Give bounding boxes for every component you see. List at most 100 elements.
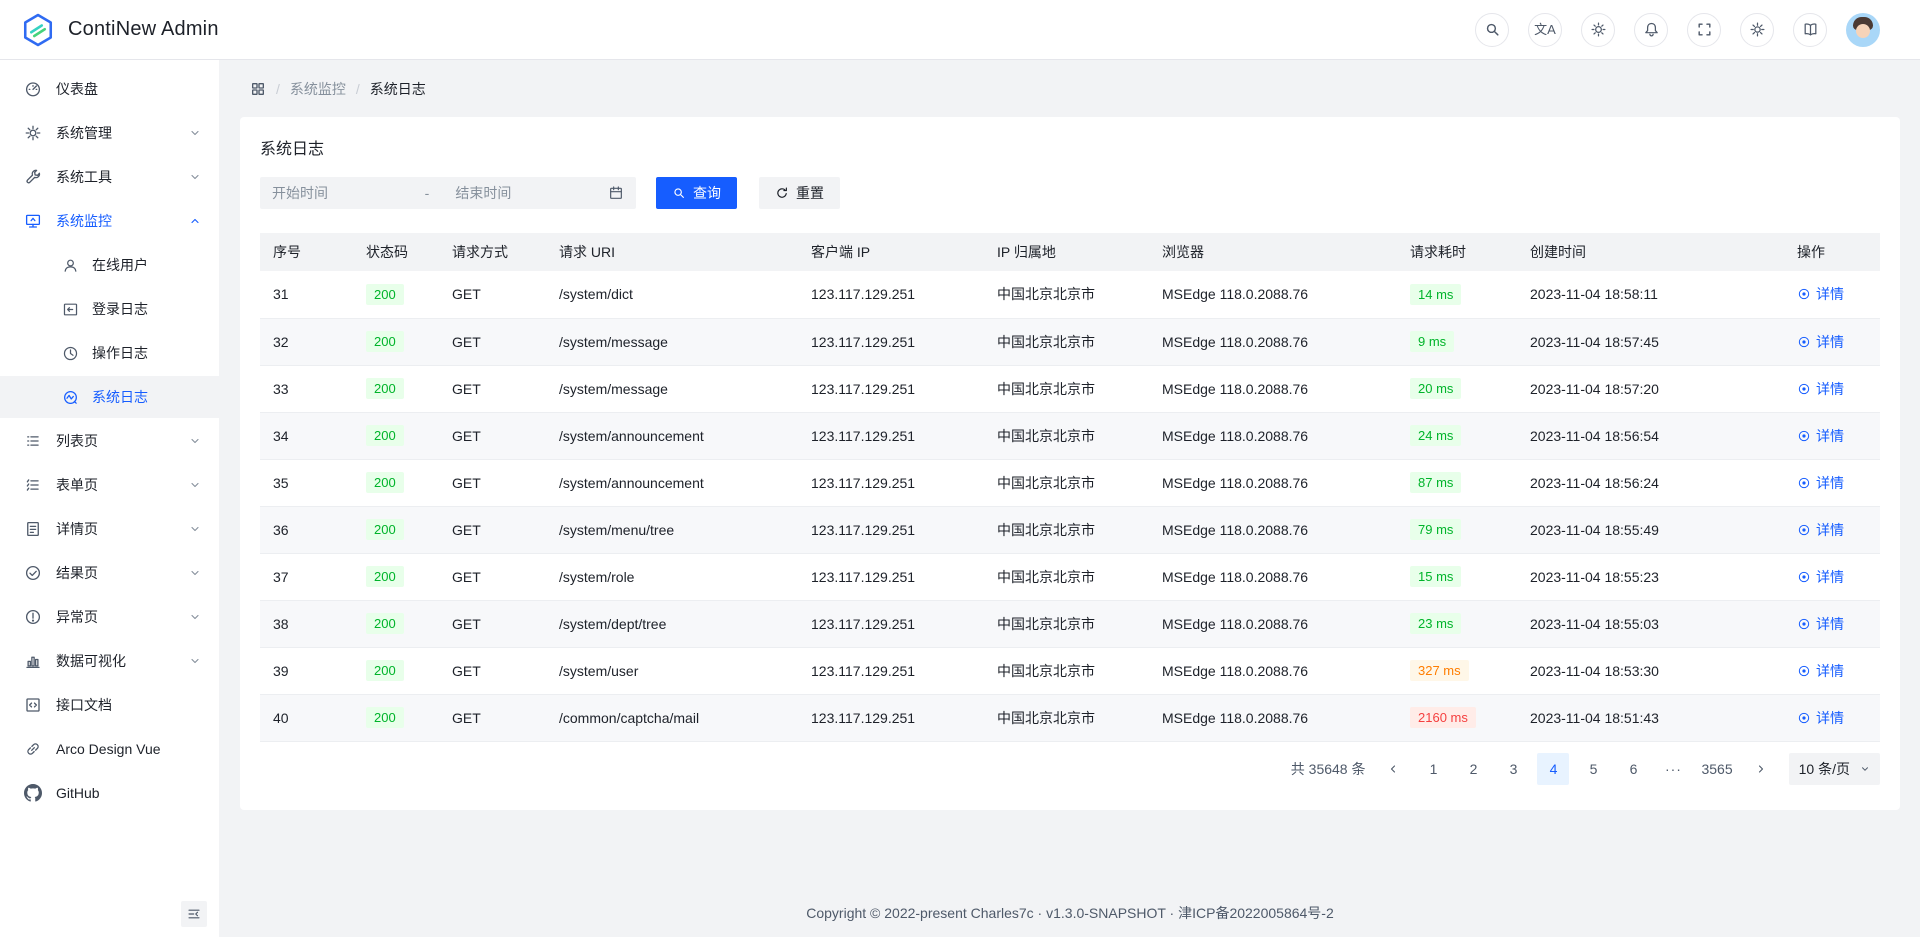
settings-button[interactable] — [1740, 13, 1774, 47]
filter-row: 开始时间 - 结束时间 查询 重置 — [260, 177, 1880, 209]
sidebar-item-system-management[interactable]: 系统管理 — [0, 112, 219, 154]
cell-created: 2023-11-04 18:53:30 — [1517, 647, 1784, 694]
exclamation-circle-icon — [24, 608, 42, 626]
page-button-4[interactable]: 4 — [1537, 753, 1569, 785]
page-button-2[interactable]: 2 — [1457, 753, 1489, 785]
table-row: 39200GET/system/user123.117.129.251中国北京北… — [260, 647, 1880, 694]
cell-ip-region: 中国北京北京市 — [984, 318, 1149, 365]
page-button-1[interactable]: 1 — [1417, 753, 1449, 785]
cell-id: 31 — [260, 271, 353, 318]
sidebar-item-login-log[interactable]: 登录日志 — [0, 288, 219, 330]
cell-browser: MSEdge 118.0.2088.76 — [1149, 694, 1397, 741]
detail-link-label: 详情 — [1816, 661, 1844, 681]
sidebar-item-detail-page[interactable]: 详情页 — [0, 508, 219, 550]
sidebar-item-dashboard[interactable]: 仪表盘 — [0, 68, 219, 110]
sidebar-item-arco-design-vue[interactable]: Arco Design Vue — [0, 728, 219, 770]
prev-page-button[interactable] — [1377, 753, 1409, 785]
cell-uri: /system/menu/tree — [546, 506, 798, 553]
detail-link[interactable]: 详情 — [1797, 426, 1844, 446]
cell-client-ip: 123.117.129.251 — [798, 318, 984, 365]
menu-fold-icon — [187, 907, 201, 921]
cell-ip-region: 中国北京北京市 — [984, 412, 1149, 459]
calendar-icon — [608, 185, 624, 201]
chevron-down-icon — [189, 479, 201, 491]
sidebar-collapse-button[interactable] — [181, 901, 207, 927]
chevron-down-icon — [1860, 764, 1870, 774]
cell-uri: /system/user — [546, 647, 798, 694]
sidebar-item-form-page[interactable]: 表单页 — [0, 464, 219, 506]
detail-link-label: 详情 — [1816, 426, 1844, 446]
chevron-down-icon — [189, 567, 201, 579]
reset-button[interactable]: 重置 — [759, 177, 840, 209]
page-button-5[interactable]: 5 — [1577, 753, 1609, 785]
elapsed-badge: 14 ms — [1410, 284, 1461, 305]
search-button[interactable] — [1475, 13, 1509, 47]
sidebar-item-list-page[interactable]: 列表页 — [0, 420, 219, 462]
sidebar-item-label: 系统监控 — [56, 211, 112, 231]
detail-link[interactable]: 详情 — [1797, 614, 1844, 634]
detail-link[interactable]: 详情 — [1797, 284, 1844, 304]
cell-action: 详情 — [1784, 271, 1880, 318]
detail-link[interactable]: 详情 — [1797, 567, 1844, 587]
elapsed-badge: 327 ms — [1410, 660, 1469, 681]
cell-id: 38 — [260, 600, 353, 647]
breadcrumb-item[interactable]: 系统监控 — [290, 79, 346, 99]
sidebar-item-api-docs[interactable]: 接口文档 — [0, 684, 219, 726]
detail-link[interactable]: 详情 — [1797, 332, 1844, 352]
sidebar-item-result-page[interactable]: 结果页 — [0, 552, 219, 594]
table-row: 40200GET/common/captcha/mail123.117.129.… — [260, 694, 1880, 741]
sidebar-item-system-tools[interactable]: 系统工具 — [0, 156, 219, 198]
elapsed-badge: 2160 ms — [1410, 707, 1476, 728]
page-button-3565[interactable]: 3565 — [1697, 753, 1736, 785]
cell-status: 200 — [353, 553, 439, 600]
cell-status: 200 — [353, 318, 439, 365]
sidebar-item-system-log[interactable]: 系统日志 — [0, 376, 219, 418]
breadcrumb-separator: / — [356, 81, 360, 97]
detail-link[interactable]: 详情 — [1797, 473, 1844, 493]
elapsed-badge: 87 ms — [1410, 472, 1461, 493]
date-range-picker[interactable]: 开始时间 - 结束时间 — [260, 177, 636, 209]
status-badge: 200 — [366, 707, 404, 728]
cell-client-ip: 123.117.129.251 — [798, 553, 984, 600]
pagination: 共 35648 条 123456···3565 10 条/页 — [260, 753, 1880, 785]
sidebar-item-online-users[interactable]: 在线用户 — [0, 244, 219, 286]
elapsed-badge: 79 ms — [1410, 519, 1461, 540]
theme-button[interactable] — [1581, 13, 1615, 47]
fullscreen-button[interactable] — [1687, 13, 1721, 47]
cell-method: GET — [439, 600, 546, 647]
sidebar: 仪表盘系统管理系统工具系统监控在线用户登录日志操作日志系统日志列表页表单页详情页… — [0, 60, 220, 937]
cell-action: 详情 — [1784, 365, 1880, 412]
detail-link[interactable]: 详情 — [1797, 379, 1844, 399]
apps-grid-icon[interactable] — [250, 81, 266, 97]
cell-method: GET — [439, 694, 546, 741]
cell-browser: MSEdge 118.0.2088.76 — [1149, 506, 1397, 553]
cell-created: 2023-11-04 18:55:49 — [1517, 506, 1784, 553]
search-button[interactable]: 查询 — [656, 177, 737, 209]
cell-method: GET — [439, 412, 546, 459]
sidebar-item-exception-page[interactable]: 异常页 — [0, 596, 219, 638]
column-header: 请求耗时 — [1397, 233, 1517, 271]
next-page-button[interactable] — [1745, 753, 1777, 785]
notifications-button[interactable] — [1634, 13, 1668, 47]
page-button-3[interactable]: 3 — [1497, 753, 1529, 785]
sidebar-item-data-visualization[interactable]: 数据可视化 — [0, 640, 219, 682]
sidebar-item-operation-log[interactable]: 操作日志 — [0, 332, 219, 374]
detail-link[interactable]: 详情 — [1797, 661, 1844, 681]
sidebar-item-github[interactable]: GitHub — [0, 772, 219, 814]
sidebar-item-label: Arco Design Vue — [56, 741, 161, 757]
page-size-select[interactable]: 10 条/页 — [1789, 753, 1880, 785]
cell-uri: /system/announcement — [546, 459, 798, 506]
sidebar-item-system-monitor[interactable]: 系统监控 — [0, 200, 219, 242]
more-pages-button[interactable]: ··· — [1657, 753, 1689, 785]
detail-link-label: 详情 — [1816, 332, 1844, 352]
eye-icon — [1797, 287, 1811, 301]
page-button-6[interactable]: 6 — [1617, 753, 1649, 785]
sidebar-item-label: 详情页 — [56, 519, 98, 539]
eye-icon — [1797, 335, 1811, 349]
detail-link[interactable]: 详情 — [1797, 708, 1844, 728]
translate-button[interactable]: 文A — [1528, 13, 1562, 47]
cell-client-ip: 123.117.129.251 — [798, 271, 984, 318]
docs-button[interactable] — [1793, 13, 1827, 47]
user-avatar[interactable] — [1846, 13, 1880, 47]
detail-link[interactable]: 详情 — [1797, 520, 1844, 540]
